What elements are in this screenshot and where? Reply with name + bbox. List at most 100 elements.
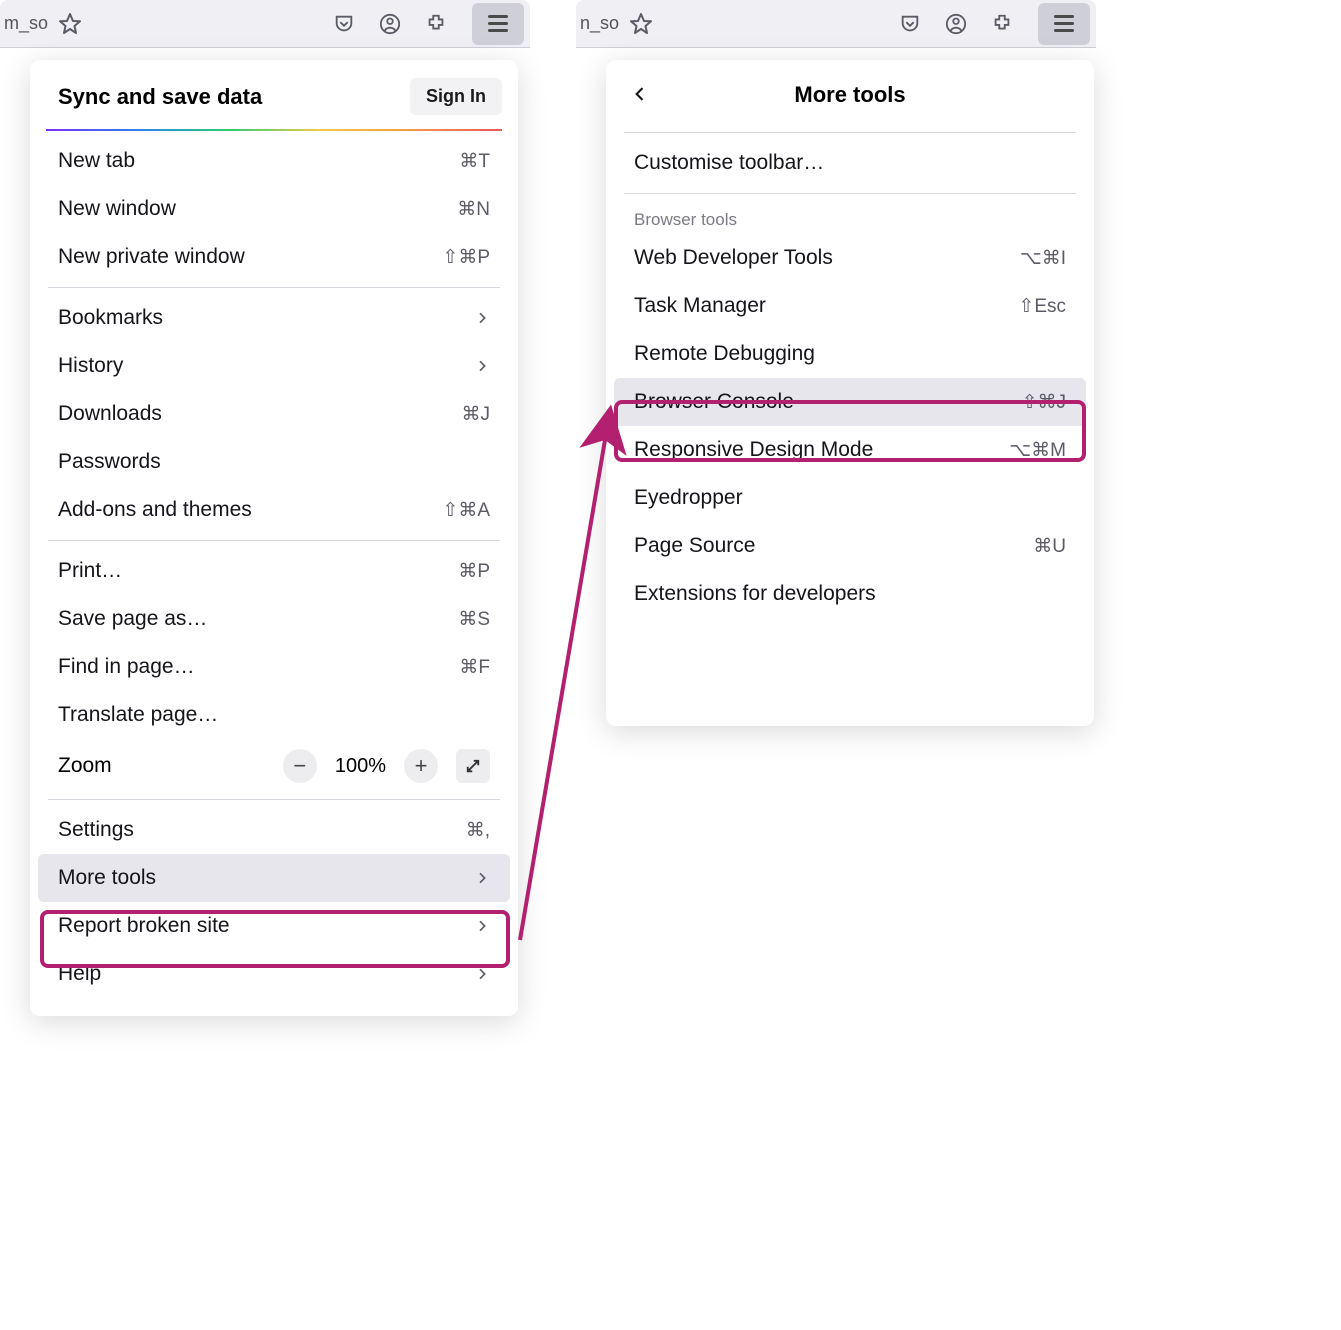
zoom-label: Zoom <box>58 754 112 778</box>
pocket-icon[interactable] <box>330 10 358 38</box>
back-button[interactable] <box>630 84 650 104</box>
star-icon[interactable] <box>56 10 84 38</box>
separator <box>48 287 500 288</box>
chevron-right-icon <box>474 966 490 982</box>
menu-item-help[interactable]: Help <box>30 950 518 998</box>
star-icon[interactable] <box>627 10 655 38</box>
submenu-title: More tools <box>794 82 905 108</box>
menu-shortcut: ⌥⌘M <box>1009 439 1066 462</box>
menu-label: History <box>58 354 123 378</box>
submenu-header: More tools <box>606 72 1094 126</box>
account-icon[interactable] <box>942 10 970 38</box>
pocket-icon[interactable] <box>896 10 924 38</box>
menu-label: Settings <box>58 818 134 842</box>
menu-item-add-ons-and-themes[interactable]: Add-ons and themes ⇧⌘A <box>30 486 518 534</box>
menu-label: Print… <box>58 559 122 583</box>
menu-item-settings[interactable]: Settings ⌘, <box>30 806 518 854</box>
menu-shortcut: ⌘U <box>1033 535 1066 558</box>
zoom-level: 100% <box>335 755 386 778</box>
browser-toolbar-right: n_so <box>576 0 1096 48</box>
menu-label: Add-ons and themes <box>58 498 252 522</box>
sync-row: Sync and save data Sign In <box>30 72 518 129</box>
menu-item-page-source[interactable]: Page Source⌘U <box>606 522 1094 570</box>
account-icon[interactable] <box>376 10 404 38</box>
menu-item-downloads[interactable]: Downloads ⌘J <box>30 390 518 438</box>
menu-item-customise-toolbar[interactable]: Customise toolbar… <box>606 139 1094 187</box>
menu-label: Bookmarks <box>58 306 163 330</box>
hamburger-menu-button[interactable] <box>472 3 524 45</box>
menu-label: More tools <box>58 866 156 890</box>
fullscreen-button[interactable] <box>456 749 490 783</box>
menu-item-more-tools[interactable]: More tools <box>38 854 510 902</box>
menu-item-remote-debugging[interactable]: Remote Debugging <box>606 330 1094 378</box>
menu-item-extensions-for-developers[interactable]: Extensions for developers <box>606 570 1094 618</box>
menu-label: Task Manager <box>634 294 766 318</box>
menu-item-browser-console[interactable]: Browser Console ⇧⌘J <box>614 378 1086 426</box>
hamburger-menu-button[interactable] <box>1038 3 1090 45</box>
menu-item-new-tab[interactable]: New tab ⌘T <box>30 137 518 185</box>
menu-label: New private window <box>58 245 245 269</box>
menu-item-new-private-window[interactable]: New private window ⇧⌘P <box>30 233 518 281</box>
menu-item-responsive-design-mode[interactable]: Responsive Design Mode⌥⌘M <box>606 426 1094 474</box>
menu-item-new-window[interactable]: New window ⌘N <box>30 185 518 233</box>
menu-item-translate-page[interactable]: Translate page… <box>30 691 518 739</box>
chevron-right-icon <box>474 310 490 326</box>
menu-label: Save page as… <box>58 607 207 631</box>
menu-shortcut: ⇧⌘P <box>442 246 490 269</box>
menu-shortcut: ⌘J <box>462 403 491 426</box>
extensions-icon[interactable] <box>422 10 450 38</box>
menu-shortcut: ⌘, <box>466 819 490 842</box>
zoom-in-button[interactable]: + <box>404 749 438 783</box>
sign-in-button[interactable]: Sign In <box>410 78 502 115</box>
menu-label: Downloads <box>58 402 162 426</box>
zoom-out-button[interactable]: − <box>283 749 317 783</box>
browser-toolbar-left: m_so <box>0 0 530 48</box>
separator <box>48 799 500 800</box>
menu-shortcut: ⌘F <box>459 656 490 679</box>
chevron-right-icon <box>474 358 490 374</box>
menu-shortcut: ⌘N <box>457 198 490 221</box>
menu-label: Eyedropper <box>634 486 743 510</box>
more-tools-submenu: More tools Customise toolbar… Browser to… <box>606 60 1094 726</box>
menu-label: Passwords <box>58 450 161 474</box>
url-fragment: m_so <box>0 13 48 34</box>
menu-label: Translate page… <box>58 703 218 727</box>
section-label: Browser tools <box>606 200 1094 234</box>
menu-shortcut: ⌘T <box>459 150 490 173</box>
menu-item-passwords[interactable]: Passwords <box>30 438 518 486</box>
menu-item-report-broken-site[interactable]: Report broken site <box>30 902 518 950</box>
menu-shortcut: ⌘P <box>458 560 490 583</box>
chevron-right-icon <box>474 918 490 934</box>
menu-item-bookmarks[interactable]: Bookmarks <box>30 294 518 342</box>
sync-title: Sync and save data <box>58 84 262 110</box>
menu-shortcut: ⇧⌘J <box>1022 391 1066 414</box>
menu-shortcut: ⇧⌘A <box>442 499 490 522</box>
chevron-right-icon <box>474 870 490 886</box>
menu-label: Remote Debugging <box>634 342 815 366</box>
menu-label: New tab <box>58 149 135 173</box>
menu-label: Customise toolbar… <box>634 151 824 175</box>
url-fragment: n_so <box>576 13 619 34</box>
separator <box>624 132 1076 133</box>
separator <box>624 193 1076 194</box>
menu-label: New window <box>58 197 176 221</box>
menu-item-history[interactable]: History <box>30 342 518 390</box>
menu-item-task-manager[interactable]: Task Manager ⇧Esc <box>606 282 1094 330</box>
menu-item-eyedropper[interactable]: Eyedropper <box>606 474 1094 522</box>
extensions-icon[interactable] <box>988 10 1016 38</box>
menu-label: Find in page… <box>58 655 195 679</box>
menu-item-print[interactable]: Print… ⌘P <box>30 547 518 595</box>
menu-item-find-in-page[interactable]: Find in page… ⌘F <box>30 643 518 691</box>
menu-label: Extensions for developers <box>634 582 876 606</box>
app-menu: Sync and save data Sign In New tab⌘TNew … <box>30 60 518 1016</box>
menu-label: Web Developer Tools <box>634 246 833 270</box>
rainbow-separator <box>46 129 502 131</box>
menu-shortcut: ⌘S <box>458 608 490 631</box>
menu-shortcut: ⇧Esc <box>1018 295 1066 318</box>
menu-item-save-page-as[interactable]: Save page as… ⌘S <box>30 595 518 643</box>
menu-label: Browser Console <box>634 390 794 414</box>
menu-label: Help <box>58 962 101 986</box>
separator <box>48 540 500 541</box>
menu-item-web-developer-tools[interactable]: Web Developer Tools⌥⌘I <box>606 234 1094 282</box>
menu-label: Report broken site <box>58 914 230 938</box>
